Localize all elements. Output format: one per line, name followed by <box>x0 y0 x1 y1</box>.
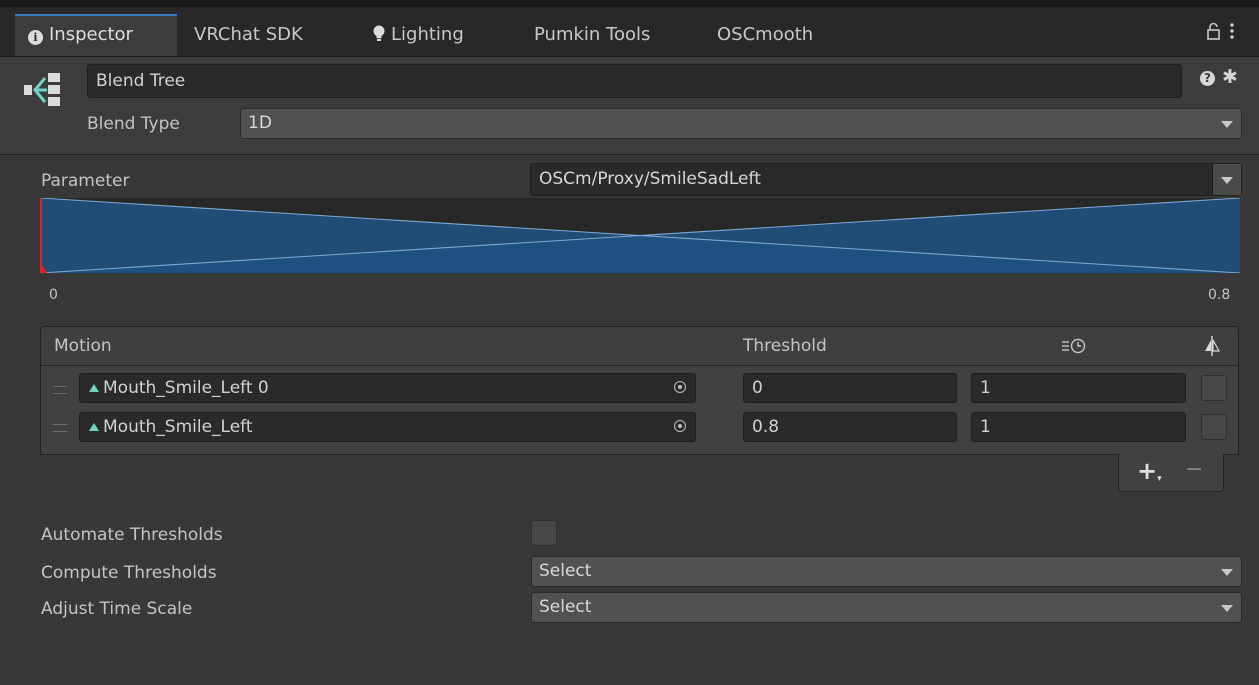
drag-handle-icon[interactable] <box>53 386 67 394</box>
automate-thresholds-label: Automate Thresholds <box>41 525 223 545</box>
chevron-down-icon <box>1221 120 1233 128</box>
tab-label: Pumkin Tools <box>534 24 651 45</box>
kebab-menu-icon[interactable] <box>1229 14 1235 56</box>
top-band <box>0 0 1259 7</box>
motion-list-header: Motion Threshold <box>40 326 1239 365</box>
remove-button[interactable]: − <box>1185 457 1203 482</box>
object-name-text: Blend Tree <box>96 71 186 91</box>
blend-graph-svg <box>35 197 1241 274</box>
mirror-checkbox[interactable] <box>1201 414 1227 440</box>
adjust-time-scale-value: Select <box>539 597 592 617</box>
threshold-field[interactable]: 0.8 <box>743 412 957 442</box>
tab-bar: i Inspector VRChat SDK Lighting Pumkin To… <box>0 7 1259 57</box>
parameter-value: OSCm/Proxy/SmileSadLeft <box>539 169 761 189</box>
object-name-field[interactable]: Blend Tree <box>87 64 1182 98</box>
blend-tree-icon <box>22 70 62 115</box>
threshold-value: 0 <box>752 378 763 398</box>
graph-max-label: 0.8 <box>1208 287 1231 303</box>
remove-label: − <box>1185 457 1204 482</box>
motion-field[interactable]: Mouth_Smile_Left 0 <box>79 373 696 403</box>
time-scale-field[interactable]: 1 <box>971 373 1186 403</box>
adjust-time-scale-label: Adjust Time Scale <box>41 599 193 619</box>
motion-header-label: Motion <box>54 336 112 356</box>
compute-thresholds-dropdown[interactable]: Select <box>531 556 1242 587</box>
tab-lighting[interactable]: Lighting <box>373 14 464 56</box>
blend-type-value: 1D <box>248 113 272 133</box>
graph-min-label: 0 <box>49 287 58 303</box>
object-picker-icon[interactable] <box>674 420 686 432</box>
tab-label: Lighting <box>391 24 464 45</box>
tab-label: VRChat SDK <box>194 24 303 45</box>
threshold-header-label: Threshold <box>743 336 827 356</box>
chevron-down-icon <box>1221 604 1233 612</box>
threshold-field[interactable]: 0 <box>743 373 957 403</box>
mirror-icon <box>1204 336 1221 361</box>
compute-thresholds-value: Select <box>539 561 592 581</box>
mirror-checkbox[interactable] <box>1201 375 1227 401</box>
automate-thresholds-checkbox[interactable] <box>531 520 557 546</box>
add-button[interactable]: +▾ <box>1137 457 1162 485</box>
list-footer: +▾ − <box>1118 454 1224 492</box>
drag-handle-icon[interactable] <box>53 424 67 432</box>
info-icon: i <box>28 30 43 45</box>
motion-list: Mouth_Smile_Left 0 0 1 Mouth_Smile_Left … <box>40 365 1239 455</box>
bulb-icon <box>373 16 385 58</box>
chevron-down-icon: ▾ <box>1157 474 1162 484</box>
time-scale-field[interactable]: 1 <box>971 412 1186 442</box>
parameter-field[interactable]: OSCm/Proxy/SmileSadLeft <box>530 163 1242 196</box>
parameter-dropdown-button[interactable] <box>1212 164 1241 195</box>
tab-vrchat-sdk[interactable]: VRChat SDK <box>194 14 303 56</box>
gear-icon[interactable]: ✱ <box>1222 68 1238 87</box>
tab-label: Inspector <box>49 24 133 45</box>
animation-clip-icon <box>89 384 99 392</box>
threshold-value: 0.8 <box>752 417 780 437</box>
animation-clip-icon <box>89 423 99 431</box>
inspector-header: Blend Tree ? ✱ Blend Type 1D <box>0 57 1259 155</box>
add-label: + <box>1137 457 1158 485</box>
tab-pumkin-tools[interactable]: Pumkin Tools <box>534 14 650 56</box>
lock-icon[interactable] <box>1207 14 1220 56</box>
tab-oscmooth[interactable]: OSCmooth <box>717 14 813 56</box>
parameter-label: Parameter <box>41 171 130 191</box>
help-icon[interactable]: ? <box>1200 71 1215 86</box>
chevron-down-icon <box>1221 176 1233 184</box>
blend-type-label: Blend Type <box>87 114 180 134</box>
blend-graph[interactable] <box>35 197 1241 274</box>
motion-field[interactable]: Mouth_Smile_Left <box>79 412 696 442</box>
tab-inspector[interactable]: i Inspector <box>15 14 177 56</box>
motion-name: Mouth_Smile_Left 0 <box>103 378 269 398</box>
compute-thresholds-label: Compute Thresholds <box>41 563 217 583</box>
chevron-down-icon <box>1221 568 1233 576</box>
time-scale-value: 1 <box>980 417 991 437</box>
blend-type-dropdown[interactable]: 1D <box>240 108 1242 139</box>
adjust-time-scale-dropdown[interactable]: Select <box>531 592 1242 623</box>
tab-label: OSCmooth <box>717 24 814 45</box>
time-scale-icon <box>1061 337 1087 360</box>
time-scale-value: 1 <box>980 378 991 398</box>
motion-name: Mouth_Smile_Left <box>103 417 253 437</box>
object-picker-icon[interactable] <box>674 381 686 393</box>
